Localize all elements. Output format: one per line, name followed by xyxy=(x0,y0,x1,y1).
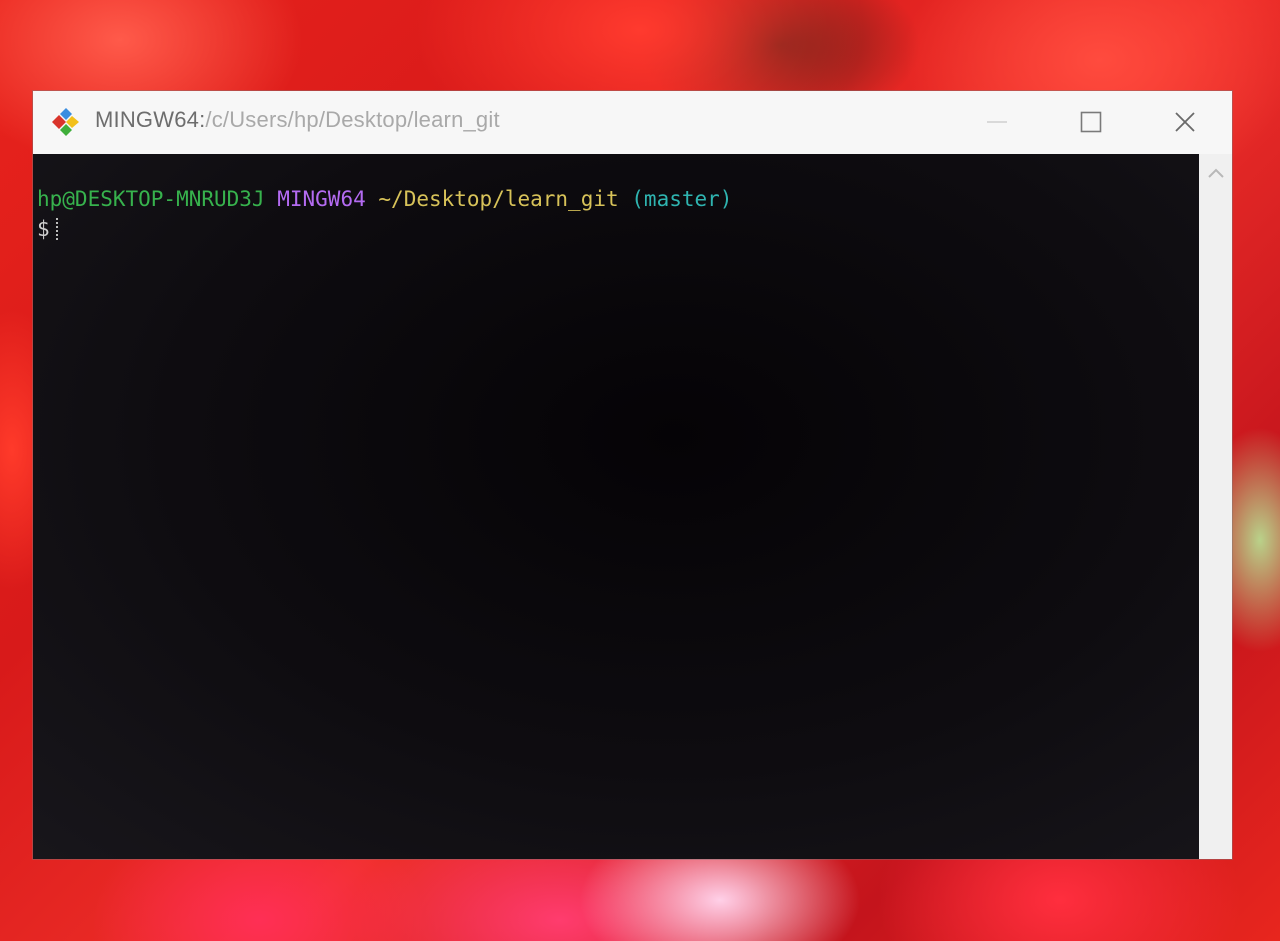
prompt-symbol: $ xyxy=(37,217,50,241)
minimize-button[interactable] xyxy=(966,97,1028,147)
title-bar[interactable]: MINGW64:/c/Users/hp/Desktop/learn_git xyxy=(33,91,1232,154)
window-title: MINGW64:/c/Users/hp/Desktop/learn_git xyxy=(95,107,500,133)
title-prefix: MINGW64: xyxy=(95,107,206,132)
vertical-scrollbar[interactable] xyxy=(1199,154,1232,859)
title-path: /c/Users/hp/Desktop/learn_git xyxy=(205,107,500,132)
prompt-system: MINGW64 xyxy=(277,187,366,211)
prompt-cwd: ~/Desktop/learn_git xyxy=(378,187,619,211)
prompt-line: hp@DESKTOP-MNRUD3J MINGW64 ~/Desktop/lea… xyxy=(37,184,1199,214)
maximize-button[interactable] xyxy=(1060,97,1122,147)
prompt-branch: (master) xyxy=(631,187,733,211)
terminal-output[interactable]: hp@DESKTOP-MNRUD3J MINGW64 ~/Desktop/lea… xyxy=(33,154,1199,859)
maximize-icon xyxy=(1080,111,1102,133)
text-cursor xyxy=(55,218,60,240)
minimize-icon xyxy=(987,121,1007,123)
prompt-user-host: hp@DESKTOP-MNRUD3J xyxy=(37,187,265,211)
chevron-up-icon[interactable] xyxy=(1207,166,1225,180)
git-bash-window: MINGW64:/c/Users/hp/Desktop/learn_git hp… xyxy=(33,91,1232,859)
git-bash-icon xyxy=(52,108,79,136)
close-button[interactable] xyxy=(1154,97,1216,147)
input-line[interactable]: $ xyxy=(37,214,1199,244)
close-icon xyxy=(1175,112,1195,132)
